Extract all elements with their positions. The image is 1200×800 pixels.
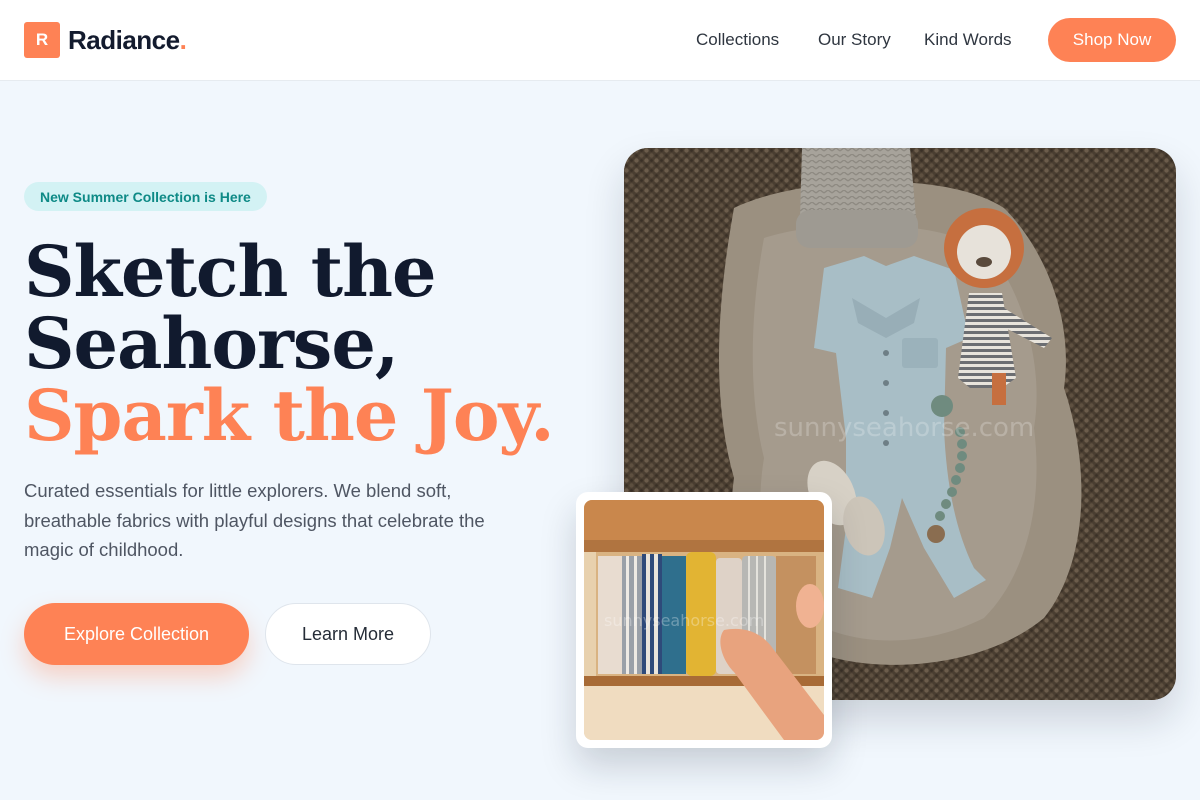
shop-now-button[interactable]: Shop Now (1048, 18, 1176, 62)
small-image-watermark: sunnyseahorse.com (604, 611, 764, 630)
folded-clothes-drawer-illustration: sunnyseahorse.com (584, 500, 824, 740)
brand-dot: . (179, 24, 187, 55)
collection-badge: New Summer Collection is Here (24, 182, 267, 211)
brand-name: Radiance. (68, 24, 187, 56)
learn-more-button[interactable]: Learn More (265, 603, 431, 665)
nav-link-collections[interactable]: Collections (696, 30, 779, 50)
main-image-watermark: sunnyseahorse.com (774, 413, 1034, 443)
hero-secondary-image: sunnyseahorse.com (584, 500, 824, 740)
hero-secondary-image-card: sunnyseahorse.com (576, 492, 832, 748)
hero-headline: Sketch the Seahorse, Spark the Joy. (24, 230, 555, 457)
headline-line-1: Sketch the (24, 230, 437, 313)
nav-link-our-story[interactable]: Our Story (818, 30, 891, 50)
headline-line-3: Spark the Joy. (24, 374, 555, 457)
site-header: R Radiance. Collections Our Story Kind W… (0, 0, 1200, 81)
hero-description: Curated essentials for little explorers.… (24, 480, 485, 560)
brand-logo[interactable]: R Radiance. (24, 22, 187, 58)
headline-line-2: Seahorse, (24, 302, 399, 385)
logo-mark: R (24, 22, 60, 58)
nav-link-kind-words[interactable]: Kind Words (924, 30, 1012, 50)
explore-collection-button[interactable]: Explore Collection (24, 603, 249, 665)
brand-name-text: Radiance (68, 24, 180, 55)
